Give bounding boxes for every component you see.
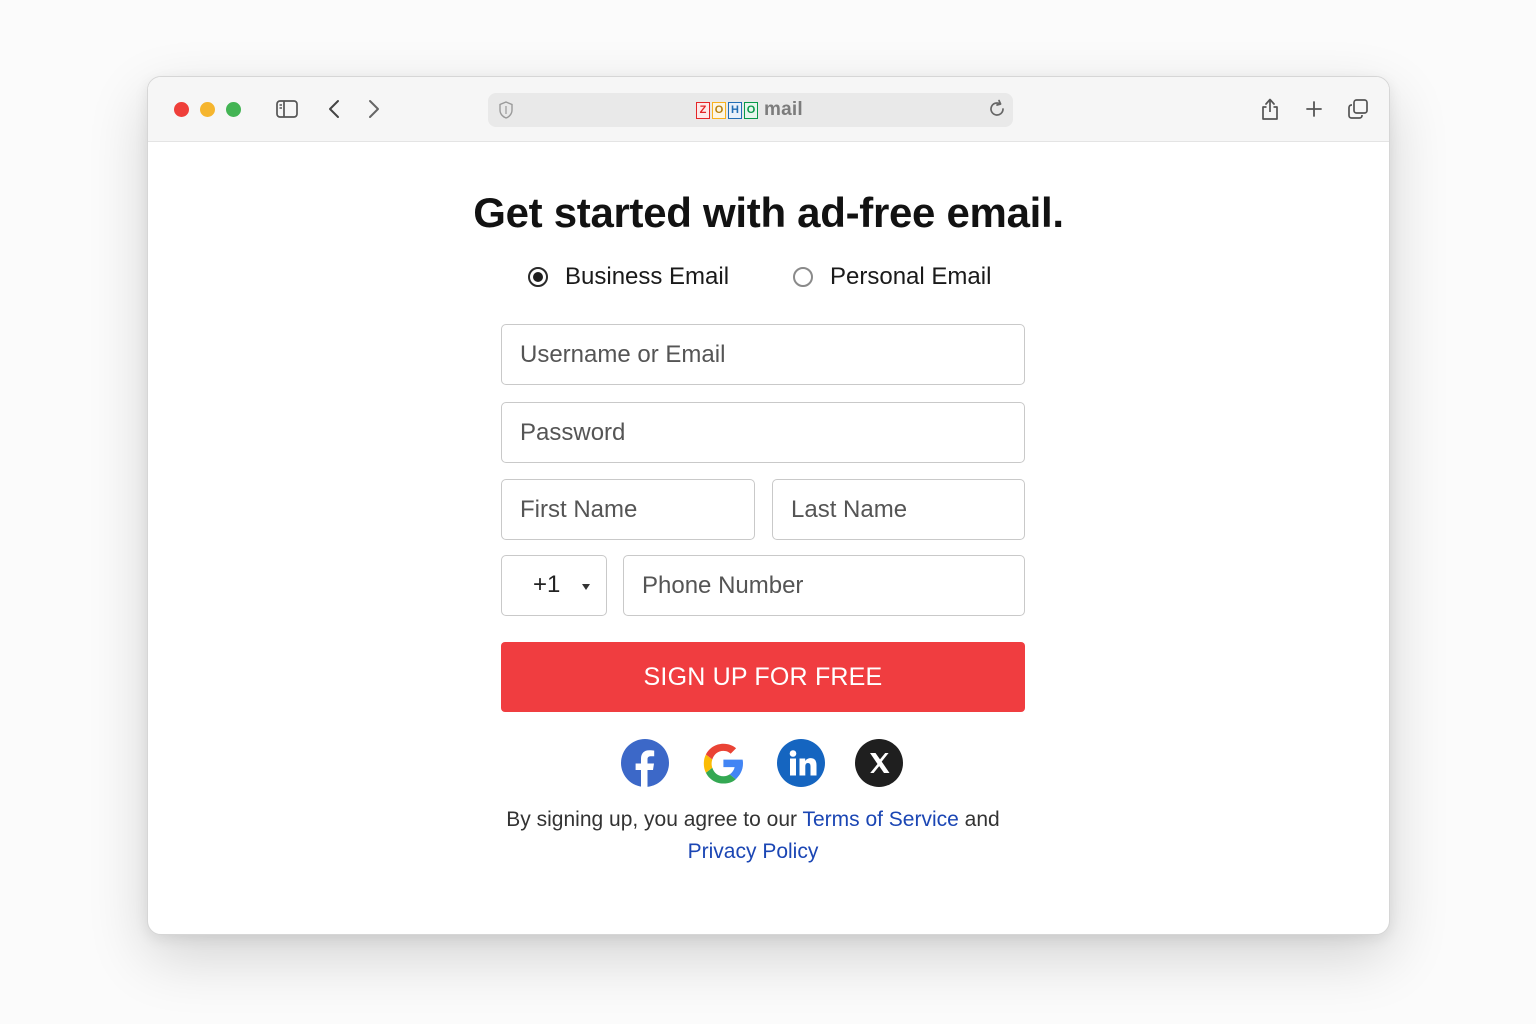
terms-middle: and — [958, 808, 1000, 831]
close-window-button[interactable] — [174, 102, 189, 117]
zoom-window-button[interactable] — [226, 102, 241, 117]
terms-prefix: By signing up, you agree to our — [506, 808, 803, 831]
phone-field[interactable] — [623, 555, 1025, 616]
brand-logo-tile: O — [744, 101, 758, 119]
terms-text: By signing up, you agree to our Terms of… — [488, 804, 1018, 868]
username-input[interactable] — [502, 325, 1024, 384]
forward-icon[interactable] — [360, 95, 388, 123]
password-input[interactable] — [502, 403, 1024, 462]
personal-email-label: Personal Email — [830, 263, 992, 290]
site-brand: Z O H O mail — [696, 99, 803, 121]
linkedin-icon[interactable] — [777, 739, 825, 787]
shield-icon — [498, 101, 514, 124]
brand-text: mail — [764, 99, 803, 120]
page-content: Get started with ad-free email. Business… — [148, 141, 1389, 934]
last-name-field[interactable] — [772, 479, 1025, 540]
business-email-label: Business Email — [565, 263, 730, 290]
country-code-value: +1 — [533, 571, 561, 598]
facebook-icon[interactable] — [621, 739, 669, 787]
new-tab-icon[interactable] — [1300, 95, 1328, 123]
country-code-select[interactable]: +1 — [501, 555, 607, 616]
tabs-overview-icon[interactable] — [1344, 95, 1372, 123]
first-name-input[interactable] — [502, 480, 754, 539]
sign-up-button[interactable]: SIGN UP FOR FREE — [501, 642, 1025, 712]
back-icon[interactable] — [320, 95, 348, 123]
minimize-window-button[interactable] — [200, 102, 215, 117]
chevron-down-icon — [582, 584, 590, 590]
business-email-option[interactable]: Business Email — [528, 262, 729, 292]
browser-toolbar: Z O H O mail — [148, 77, 1389, 142]
page-title: Get started with ad-free email. — [473, 189, 1064, 236]
username-field[interactable] — [501, 324, 1025, 385]
first-name-field[interactable] — [501, 479, 755, 540]
terms-of-service-link[interactable]: Terms of Service — [802, 808, 958, 831]
address-bar[interactable]: Z O H O mail — [488, 93, 1013, 127]
brand-logo-tile: H — [728, 101, 742, 119]
personal-email-option[interactable]: Personal Email — [793, 262, 991, 292]
privacy-policy-link[interactable]: Privacy Policy — [688, 840, 819, 863]
browser-window: Z O H O mail Get started with ad-free em… — [147, 76, 1390, 935]
radio-selected-icon[interactable] — [528, 267, 548, 287]
phone-input[interactable] — [624, 556, 1024, 615]
brand-logo-tile: O — [712, 101, 726, 119]
share-icon[interactable] — [1256, 95, 1284, 123]
reload-icon[interactable] — [987, 99, 1007, 124]
x-icon[interactable] — [855, 739, 903, 787]
password-field[interactable] — [501, 402, 1025, 463]
last-name-input[interactable] — [773, 480, 1024, 539]
radio-unselected-icon[interactable] — [793, 267, 813, 287]
brand-logo-tile: Z — [696, 101, 710, 119]
sidebar-icon[interactable] — [273, 95, 301, 123]
google-icon[interactable] — [699, 739, 747, 787]
